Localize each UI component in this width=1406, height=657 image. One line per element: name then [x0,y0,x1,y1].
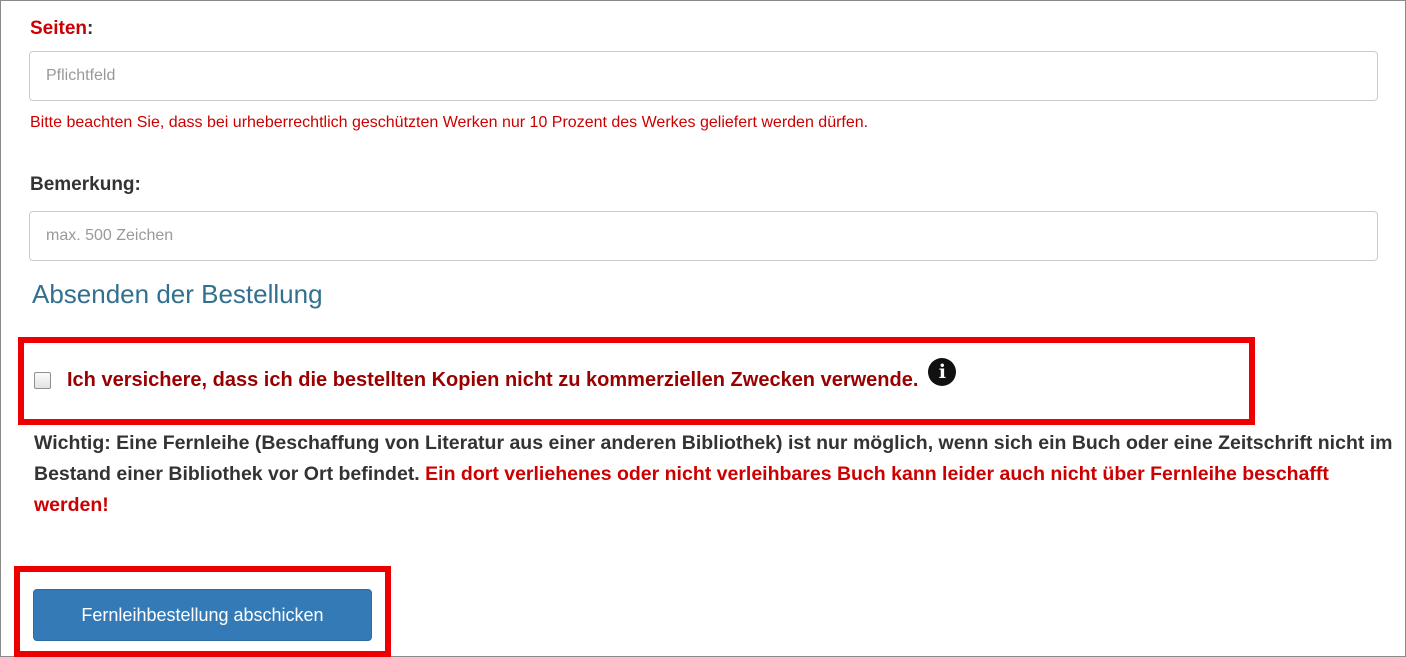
info-circle-icon[interactable]: i [928,358,957,386]
bemerkung-input[interactable] [29,211,1378,261]
consent-checkbox[interactable] [34,371,51,389]
seiten-label-colon: : [87,18,94,39]
seiten-input[interactable] [29,51,1378,101]
bemerkung-label: Bemerkung: [30,174,141,195]
important-notice: Wichtig: Eine Fernleihe (Beschaffung von… [34,428,1394,521]
consent-row: Ich versichere, dass ich die bestellten … [34,358,957,394]
seiten-label: Seiten: [30,18,93,40]
copyright-note: Bitte beachten Sie, dass bei urheberrech… [30,114,869,131]
section-heading: Absenden der Bestellung [32,279,323,309]
consent-label[interactable]: Ich versichere, dass ich die bestellten … [67,369,918,392]
seiten-label-text: Seiten [30,18,88,39]
submit-order-button[interactable]: Fernleihbestellung abschicken [33,589,372,641]
